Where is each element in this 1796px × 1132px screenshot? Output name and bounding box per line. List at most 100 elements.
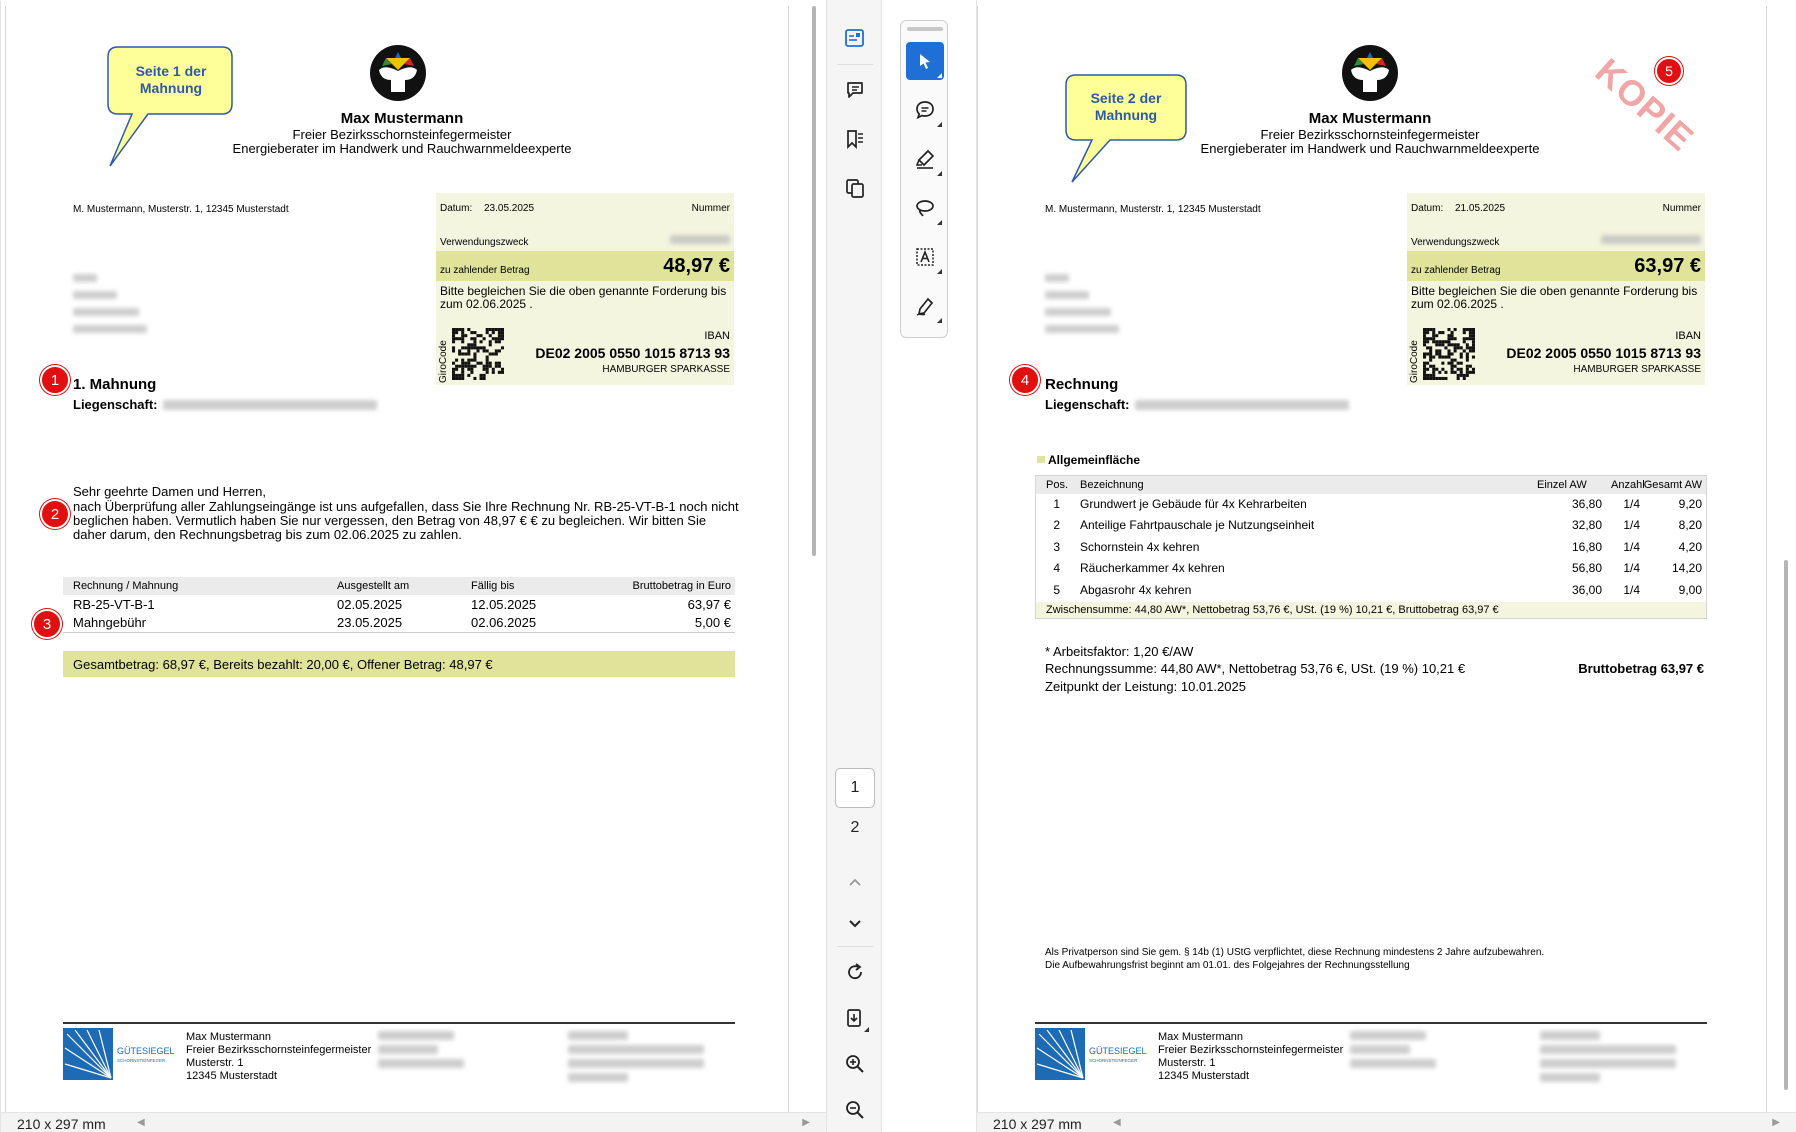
girocode-label: GiroCode	[438, 340, 449, 383]
iban-value: DE02 2005 0550 1015 8713 93	[1506, 345, 1701, 361]
rotate-icon[interactable]	[839, 956, 871, 988]
seal-subtitle: SCHORNSTEINFEGER	[1089, 1058, 1138, 1063]
bank-name: HAMBURGER SPARKASSE	[1573, 364, 1701, 375]
date-label: Datum:	[440, 203, 473, 214]
kopie-watermark: KOPIE	[1587, 50, 1703, 160]
purpose-label: Verwendungszweck	[1411, 237, 1500, 248]
scroll-right-icon[interactable]: ▶	[802, 1117, 810, 1128]
status-bar: 210 x 297 mm ◀ ▶	[977, 1112, 1796, 1132]
date-label: Datum:	[1411, 203, 1444, 214]
comments-icon[interactable]	[839, 74, 871, 106]
header-due: Fällig bis	[471, 580, 515, 592]
step-badge-3: 3	[32, 609, 62, 639]
sender-subtitle: Energieberater im Handwerk und Rauchwarn…	[1200, 141, 1540, 156]
zoom-out-icon[interactable]	[839, 1094, 871, 1126]
property-redacted	[1135, 400, 1349, 410]
page-1-button[interactable]: 1	[835, 768, 875, 808]
footer-redacted	[568, 1031, 628, 1040]
copy-pages-icon[interactable]	[839, 172, 871, 204]
footer-redacted	[568, 1059, 704, 1068]
girocode-qr	[452, 328, 504, 380]
cell-due: 12.05.2025	[471, 597, 537, 612]
cell-pos: 2	[1053, 518, 1060, 533]
payment-note: Bitte begleichen Sie die oben genannte F…	[1411, 284, 1698, 311]
iban-label: IBAN	[1675, 330, 1701, 342]
comment-icon[interactable]	[906, 91, 944, 129]
callout-text: Seite 1 der Mahnung	[135, 63, 207, 96]
cell-gross: 63,97 €	[687, 597, 731, 612]
sender-subtitle: Energieberater im Handwerk und Rauchwarn…	[232, 141, 572, 156]
table-header: Pos. Bezeichnung Einzel AW Anzahl Gesamt…	[1036, 476, 1706, 494]
document-title: 1. Mahnung	[73, 376, 157, 393]
bookmarks-icon[interactable]	[839, 123, 871, 155]
scrollbar-thumb[interactable]	[1784, 560, 1788, 1090]
return-address: M. Mustermann, Musterstr. 1, 12345 Muste…	[73, 204, 289, 215]
cell-due: 02.06.2025	[471, 615, 537, 630]
payment-note: Bitte begleichen Sie die oben genannte F…	[440, 284, 727, 311]
cell-pos: 1	[1053, 497, 1060, 511]
retention-note-1: Als Privatperson sind Sie gem. § 14b (1)…	[1045, 947, 1545, 958]
cell-pos: 3	[1053, 539, 1060, 554]
select-arrow-icon[interactable]	[906, 42, 944, 80]
scroll-left-icon[interactable]: ◀	[1113, 1117, 1121, 1128]
status-bar: 210 x 297 mm ◀ ▶	[1, 1112, 826, 1132]
footer-rule	[63, 1022, 735, 1024]
cell-unit-aw: 36,00	[1571, 582, 1602, 597]
chevron-down-icon[interactable]	[839, 908, 871, 940]
scrollbar-thumb[interactable]	[812, 6, 816, 556]
cell-quantity: 1/4	[1623, 561, 1640, 576]
text-box-icon[interactable]	[906, 238, 944, 276]
cell-issued: 02.05.2025	[337, 597, 403, 612]
retention-note-2: Die Aufbewahrungsfrist beginnt am 01.01.…	[1045, 960, 1410, 971]
vertical-scrollbar[interactable]	[1779, 0, 1793, 1112]
cell-unit-aw: 36,80	[1571, 497, 1602, 511]
header-unit-aw: Einzel AW	[1537, 479, 1587, 491]
highlighter-icon[interactable]	[906, 140, 944, 178]
thumbnails-icon[interactable]	[839, 22, 871, 54]
header-total-aw: Gesamt AW	[1643, 479, 1702, 491]
document-title: Rechnung	[1045, 376, 1119, 393]
cell-quantity: 1/4	[1623, 582, 1640, 597]
left-document-pane[interactable]: Seite 1 der Mahnung Max Mustermann Freie…	[0, 0, 826, 1132]
invoice-rows: 1 Grundwert je Gebäude für 4x Kehrarbeite…	[1036, 494, 1706, 602]
payment-info-box: Datum: 23.05.2025 Nummer Verwendungszwec…	[436, 193, 734, 385]
section-title: Allgemeinfläche	[1048, 453, 1141, 467]
drag-handle[interactable]	[907, 27, 943, 31]
footer-line: 12345 Musterstadt	[186, 1070, 278, 1082]
cell-unit-aw: 32,80	[1571, 518, 1602, 533]
scroll-right-icon[interactable]: ▶	[1772, 1117, 1780, 1128]
vertical-scrollbar[interactable]	[807, 0, 821, 1112]
footer-rule	[1035, 1022, 1707, 1024]
lasso-icon[interactable]	[906, 189, 944, 227]
subtotal: Zwischensumme: 44,80 AW*, Nettobetrag 53…	[1046, 604, 1499, 616]
footer-line: Musterstr. 1	[1158, 1057, 1216, 1069]
header-gross: Bruttobetrag in Euro	[632, 580, 731, 592]
reminder-body: nach Überprüfung aller Zahlungseingänge …	[73, 499, 739, 542]
table-bottom-rule	[63, 632, 735, 633]
sender-name: Max Mustermann	[340, 110, 464, 127]
cell-total-aw: 8,20	[1678, 518, 1702, 533]
page-2-button[interactable]: 2	[835, 808, 875, 848]
scroll-left-icon[interactable]: ◀	[137, 1117, 145, 1128]
pdf-viewer: Seite 1 der Mahnung Max Mustermann Freie…	[0, 0, 1796, 1132]
footer-redacted	[378, 1031, 454, 1040]
date-value: 23.05.2025	[484, 203, 535, 214]
amount-label: zu zahlender Betrag	[440, 265, 530, 276]
footer-redacted	[378, 1059, 464, 1068]
right-document-pane[interactable]: Seite 2 der Mahnung KOPIE 5 Max Musterma…	[976, 0, 1796, 1132]
header-quantity: Anzahl	[1611, 479, 1645, 491]
girocode-label: GiroCode	[1409, 340, 1420, 383]
footer-redacted	[378, 1045, 438, 1054]
table-row: 5 Abgasrohr 4x kehren 36,00 1/4 9,00	[1036, 582, 1706, 602]
header-issued: Ausgestellt am	[337, 580, 410, 592]
header-pos: Pos.	[1046, 479, 1069, 491]
zoom-in-icon[interactable]	[839, 1048, 871, 1080]
header-description: Bezeichnung	[1080, 479, 1144, 491]
chevron-up-icon[interactable]	[839, 866, 871, 898]
footer-redacted	[568, 1045, 704, 1054]
step-badge-1: 1	[40, 365, 70, 395]
recipient-redacted	[1045, 308, 1111, 316]
signature-pen-icon[interactable]	[906, 287, 944, 325]
table-row: 4 Räucherkammer 4x kehren 56,80 1/4 14,20	[1036, 560, 1706, 580]
export-icon[interactable]	[839, 1002, 871, 1034]
